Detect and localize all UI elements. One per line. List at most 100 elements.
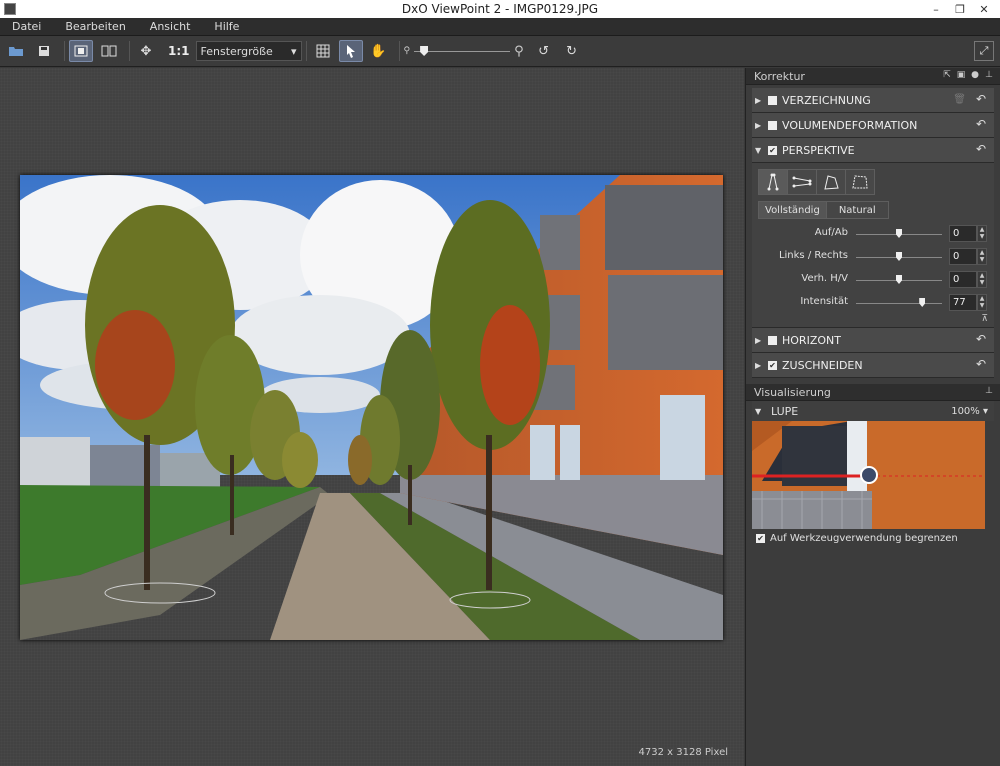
minimize-button[interactable]: – [924,3,948,16]
zoom-slider[interactable] [414,44,511,58]
title-bar: DxO ViewPoint 2 - IMGP0129.JPG – ❐ ✕ [0,0,1000,18]
two-vertical-lines-icon[interactable] [758,169,788,195]
loupe-preview [752,421,985,529]
slider-label: Auf/Ab [814,227,848,238]
section-verzeichnung[interactable]: ▶ VERZEICHNUNG 🗑 ↶ [752,88,994,113]
open-folder-icon[interactable] [4,40,28,62]
trash-icon[interactable]: 🗑 [953,94,966,105]
menu-hilfe[interactable]: Hilfe [202,20,251,33]
lupe-label: LUPE [771,404,799,418]
slider-row-verh-hv: Verh. H/V 0 ▲ ▼ [752,271,995,289]
expand-arrow-icon[interactable]: ▶ [755,96,765,105]
perspective-modes: Vollständig Natural [758,201,889,219]
eight-points-icon[interactable] [845,169,875,195]
section-label: VOLUMENDEFORMATION [782,118,918,132]
menu-datei[interactable]: Datei [0,20,53,33]
export-icon[interactable]: ⇱ [942,70,952,80]
two-horizontal-lines-icon[interactable] [787,169,817,195]
expand-arrow-icon[interactable]: ▶ [755,361,765,370]
correction-panel: Korrektur ⇱ ▣ ● ⊥ ▶ VERZEICHNUNG 🗑 ↶ ▶ V… [745,68,1000,766]
save-icon[interactable] [32,40,56,62]
lupe-limit-label: Auf Werkzeugverwendung begrenzen [770,533,958,544]
zoom-in-icon[interactable]: ⚲ [514,44,524,59]
section-label: HORIZONT [782,333,841,347]
expand-arrow-icon[interactable]: ▶ [755,336,765,345]
slider-knob[interactable] [896,275,902,284]
lupe-limit-option[interactable]: ✔ Auf Werkzeugverwendung begrenzen [756,533,990,544]
spinner-icon[interactable]: ▲ ▼ [977,248,987,265]
slider-value-input[interactable]: 77 [949,294,977,311]
section-perspektive[interactable]: ▼ ✔ PERSPEKTIVE ↶ [752,138,994,163]
photo-preview[interactable] [20,175,723,640]
rectangle-icon[interactable] [816,169,846,195]
horizont-checkbox[interactable] [768,335,777,345]
fullscreen-icon[interactable]: ⤢ [974,41,994,61]
collapse-arrow-icon[interactable]: ▼ [755,407,765,416]
lupe-header[interactable]: ▼ LUPE 100% ▾ [752,401,994,421]
rotate-right-icon[interactable]: ↻ [560,40,584,62]
spinner-icon[interactable]: ▲ ▼ [977,225,987,242]
zoom-out-icon[interactable]: ⚲ [404,46,411,56]
section-volumendeformation[interactable]: ▶ VOLUMENDEFORMATION ↶ [752,113,994,138]
collapse-arrow-icon[interactable]: ▼ [755,146,765,155]
rotate-left-icon[interactable]: ↺ [532,40,556,62]
menu-bearbeiten[interactable]: Bearbeiten [53,20,137,33]
undo-icon[interactable]: ↶ [976,92,986,106]
slider-knob[interactable] [896,229,902,238]
grid-icon[interactable] [311,40,335,62]
mode-vollstaendig[interactable]: Vollständig [758,201,827,219]
slider-knob[interactable] [919,298,926,307]
pointer-icon[interactable] [338,40,363,62]
menu-ansicht[interactable]: Ansicht [138,20,203,33]
slider-value-input[interactable]: 0 [949,248,977,265]
undo-icon[interactable]: ↶ [976,142,986,156]
korrektur-title: Korrektur [754,69,805,83]
pixel-info: 4732 x 3128 Pixel [638,747,728,758]
mode-natural[interactable]: Natural [825,201,889,219]
undo-icon[interactable]: ↶ [976,332,986,346]
toolbar-separator [305,41,307,61]
zuschneiden-checkbox[interactable]: ✔ [768,360,777,370]
window-controls: – ❐ ✕ [924,0,996,18]
one-to-one-button[interactable]: 1:1 [168,44,190,58]
undo-icon[interactable]: ↶ [976,117,986,131]
preset-icon[interactable]: ▣ [956,70,966,80]
korrektur-header: Korrektur ⇱ ▣ ● ⊥ [746,68,1000,85]
undo-icon[interactable]: ↶ [976,357,986,371]
slider-value-input[interactable]: 0 [949,225,977,242]
split-view-icon[interactable] [97,40,121,62]
section-zuschneiden[interactable]: ▶ ✔ ZUSCHNEIDEN ↶ [752,353,994,378]
chevron-down-icon: ▾ [290,44,297,58]
spinner-icon[interactable]: ▲ ▼ [977,271,987,288]
section-horizont[interactable]: ▶ HORIZONT ↶ [752,328,994,353]
pin-icon[interactable]: ⊥ [984,386,994,396]
volumendeformation-checkbox[interactable] [768,120,777,130]
slider-track[interactable] [856,303,942,304]
zoom-select[interactable]: Fenstergröße ▾ [195,41,302,61]
pin-icon[interactable]: ⊥ [984,70,994,80]
section-label: ZUSCHNEIDEN [782,358,863,372]
perspektive-checkbox[interactable]: ✔ [768,145,777,155]
image-canvas[interactable]: 4732 x 3128 Pixel [0,68,744,766]
lupe-zoom-select[interactable]: 100% ▾ [951,406,988,417]
slider-value-input[interactable]: 0 [949,271,977,288]
move-icon[interactable]: ✥ [134,40,158,62]
perspektive-body: Vollständig Natural Auf/Ab 0 ▲ ▼ Links / … [752,163,994,328]
lupe-limit-checkbox[interactable]: ✔ [756,534,765,543]
reset-icon[interactable]: ● [970,70,980,80]
maximize-button[interactable]: ❐ [948,3,972,16]
verzeichnung-checkbox[interactable] [768,95,777,105]
menu-bar: Datei Bearbeiten Ansicht Hilfe [0,18,1000,36]
slider-row-auf-ab: Auf/Ab 0 ▲ ▼ [752,225,995,243]
close-button[interactable]: ✕ [972,3,996,16]
spinner-icon[interactable]: ▲ ▼ [977,294,987,311]
zoom-slider-knob[interactable] [420,46,429,56]
visualisierung-title: Visualisierung [754,385,831,399]
expand-arrow-icon[interactable]: ▶ [755,121,765,130]
collapse-icon[interactable]: ⊼ [981,314,988,324]
hand-icon[interactable]: ✋ [367,40,391,62]
slider-knob[interactable] [896,252,902,261]
slider-row-links-rechts: Links / Rechts 0 ▲ ▼ [752,248,995,266]
slider-label: Intensität [800,296,848,307]
single-view-icon[interactable] [69,40,93,62]
